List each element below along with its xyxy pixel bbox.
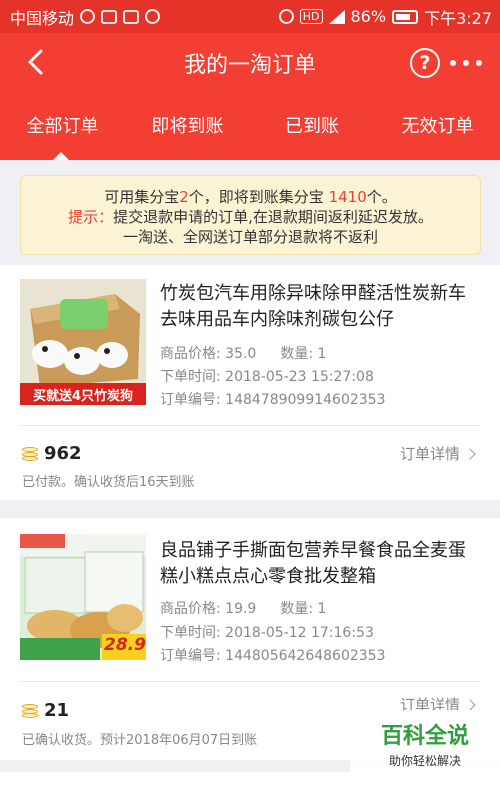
coin-amount: 21	[44, 700, 70, 721]
tip-label: 提示：	[68, 208, 114, 226]
pending-count: 1410	[328, 188, 367, 206]
nav-bar: 我的一淘订单 ?	[0, 33, 500, 93]
battery-icon	[392, 9, 419, 24]
back-arrow-icon[interactable]	[22, 47, 52, 77]
notice-line-2: 提示：提交退款申请的订单,在退款期间返利延迟发放。	[21, 207, 480, 227]
battery-percent: 86%	[350, 7, 387, 26]
available-count: 2	[179, 188, 189, 206]
thumbnail-price: 28.9	[104, 635, 146, 655]
coin-amount: 962	[44, 443, 82, 464]
order-card[interactable]: 买就送4只竹炭狗 竹炭包汽车用除异味除甲醛活性炭新车去味用品车内除味剂碳包公仔 …	[0, 265, 500, 500]
search-app-icon	[145, 9, 161, 24]
alarm-icon	[278, 9, 294, 24]
tip-text: 提交退款申请的订单,在退款期间返利延迟发放。	[113, 208, 433, 226]
order-tabs: 全部订单 即将到账 已到账 无效订单	[0, 93, 500, 160]
notice-text: 个。	[366, 188, 397, 206]
chevron-right-icon	[464, 447, 476, 460]
rebate-coins: 962	[22, 443, 82, 464]
notice-box: 可用集分宝2个，即将到账集分宝 1410个。 提示：提交退款申请的订单,在退款期…	[20, 175, 481, 255]
watermark-title: 百科全说	[380, 724, 469, 749]
product-title: 竹炭包汽车用除异味除甲醛活性炭新车去味用品车内除味剂碳包公仔	[160, 283, 466, 330]
watermark-subtitle: 助你轻松解决	[388, 754, 461, 768]
thumbnail-banner: 买就送4只竹炭狗	[32, 389, 134, 404]
tab-pending[interactable]: 即将到账	[135, 93, 240, 160]
carrier-label: 中国移动	[10, 8, 75, 28]
order-detail-link[interactable]: 订单详情	[399, 443, 476, 464]
signal-icon	[328, 9, 345, 24]
news-app-icon	[101, 9, 118, 24]
active-tab-indicator	[53, 152, 69, 160]
help-icon[interactable]: ?	[410, 48, 440, 78]
clock: 下午3:27	[424, 8, 492, 28]
tab-invalid[interactable]: 无效订单	[385, 93, 490, 160]
chevron-right-icon	[464, 698, 476, 711]
notice-line-1: 可用集分宝2个，即将到账集分宝 1410个。	[21, 187, 480, 207]
tab-received[interactable]: 已到账	[262, 93, 362, 160]
order-detail-label: 订单详情	[399, 445, 460, 463]
product-title: 良品铺子手撕面包营养早餐食品全麦蛋糕小糕点点心零食批发整箱	[160, 540, 466, 587]
divider	[20, 681, 480, 682]
site-watermark: 百科全说 助你轻松解决	[350, 710, 500, 790]
quantity-label: 数量: 1	[280, 346, 327, 362]
tab-all-orders[interactable]: 全部订单	[10, 93, 115, 160]
product-thumbnail: 买就送4只竹炭狗	[20, 279, 146, 405]
input-method-icon	[123, 9, 140, 24]
order-status: 已确认收货。预计2018年06月07日到账	[22, 733, 258, 748]
more-menu-icon[interactable]	[450, 58, 482, 68]
page-title: 我的一淘订单	[183, 53, 316, 78]
weather-icon	[80, 9, 96, 24]
order-number: 订单编号: 148478909914602353	[160, 392, 386, 408]
notice-text: 个，即将到账集分宝	[188, 188, 329, 206]
order-number: 订单编号: 144805642648602353	[160, 648, 386, 664]
notice-text: 可用集分宝	[104, 188, 180, 206]
order-time: 下单时间: 2018-05-12 17:16:53	[160, 625, 374, 641]
order-time: 下单时间: 2018-05-23 15:27:08	[160, 369, 374, 385]
notice-line-3: 一淘送、全网送订单部分退款将不返利	[122, 228, 378, 246]
price-qty-row: 商品价格: 19.9 数量: 1	[160, 598, 326, 618]
price-label: 商品价格: 35.0	[160, 346, 257, 362]
price-qty-row: 商品价格: 35.0 数量: 1	[160, 343, 326, 363]
price-label: 商品价格: 19.9	[160, 601, 257, 617]
hd-badge: HD	[299, 9, 323, 24]
product-thumbnail: 28.9	[20, 534, 146, 660]
status-bar: 中国移动 HD 86% 下午3:27	[0, 0, 500, 33]
coin-icon	[22, 703, 38, 718]
help-symbol: ?	[419, 52, 431, 74]
rebate-coins: 21	[22, 700, 69, 721]
quantity-label: 数量: 1	[280, 601, 327, 617]
coin-icon	[22, 446, 38, 461]
divider	[20, 425, 480, 426]
order-status: 已付款。确认收货后16天到账	[22, 475, 195, 490]
